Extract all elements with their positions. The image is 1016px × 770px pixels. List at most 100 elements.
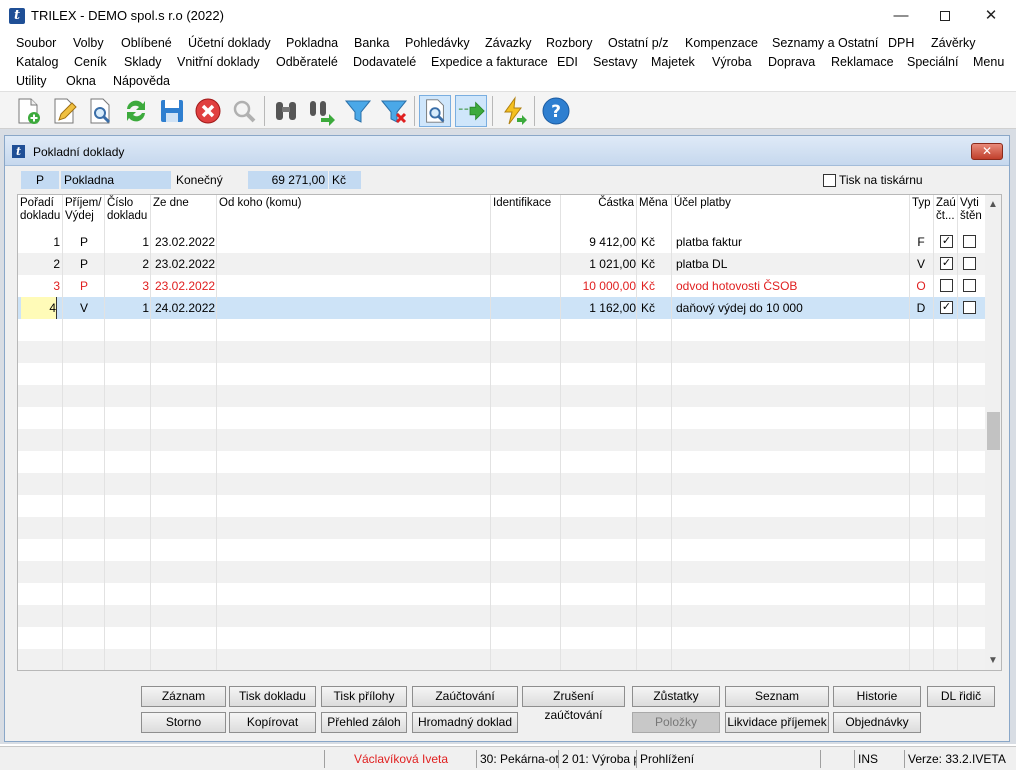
new-document-icon[interactable] xyxy=(12,95,44,127)
printed-checkbox[interactable] xyxy=(963,279,976,292)
col-header-purpose[interactable]: Účel platby xyxy=(672,195,910,231)
menu-ceník[interactable]: Ceník xyxy=(74,55,107,69)
minimize-button[interactable]: — xyxy=(878,0,924,32)
menu-majetek[interactable]: Majetek xyxy=(651,55,695,69)
col-header-from-whom[interactable]: Od koho (komu) xyxy=(217,195,492,231)
menu-soubor[interactable]: Soubor xyxy=(16,36,56,50)
table-row[interactable]: 3 P 3 23.02.2022 10 000,00 Kč odvod hotovosti … xyxy=(18,275,985,297)
menu-okna[interactable]: Okna xyxy=(66,74,96,88)
maximize-button[interactable] xyxy=(922,0,968,32)
menu-banka[interactable]: Banka xyxy=(354,36,389,50)
menu-utility[interactable]: Utility xyxy=(16,74,47,88)
table-row[interactable] xyxy=(18,605,985,627)
lightning-icon[interactable] xyxy=(498,95,530,127)
table-row[interactable] xyxy=(18,649,985,670)
table-row[interactable] xyxy=(18,407,985,429)
col-header-type-io[interactable]: Příjem/ Výdej xyxy=(63,195,105,231)
items-button[interactable]: Položky xyxy=(632,712,720,733)
receipt-liquidation-button[interactable]: Likvidace příjemek xyxy=(725,712,829,733)
menu-vnitřní-doklady[interactable]: Vnitřní doklady xyxy=(177,55,260,69)
col-header-order[interactable]: Pořadí dokladu xyxy=(18,195,62,231)
table-row[interactable] xyxy=(18,627,985,649)
col-header-identification[interactable]: Identifikace xyxy=(491,195,561,231)
menu-kompenzace[interactable]: Kompenzace xyxy=(685,36,758,50)
printed-checkbox[interactable] xyxy=(963,257,976,270)
table-row[interactable]: 4 V 1 24.02.2022 1 162,00 Kč daňový výdej do 1… xyxy=(18,297,985,319)
posting-button[interactable]: Zaúčtování xyxy=(412,686,518,707)
menu-doprava[interactable]: Doprava xyxy=(768,55,815,69)
col-header-currency[interactable]: Měna xyxy=(637,195,672,231)
vertical-scrollbar[interactable]: ▲ ▼ xyxy=(985,195,1001,670)
menu-volby[interactable]: Volby xyxy=(73,36,104,50)
record-button[interactable]: Záznam xyxy=(141,686,226,707)
menu-sestavy[interactable]: Sestavy xyxy=(593,55,637,69)
menu-dodavatelé[interactable]: Dodavatelé xyxy=(353,55,416,69)
col-header-printed[interactable]: Vyti štěn xyxy=(958,195,984,231)
menu-seznamy-a-ostatní[interactable]: Seznamy a Ostatní xyxy=(772,36,878,50)
table-row[interactable] xyxy=(18,561,985,583)
menu-odběratelé[interactable]: Odběratelé xyxy=(276,55,338,69)
close-window-button[interactable]: ✕ xyxy=(968,0,1014,32)
cancel-icon[interactable] xyxy=(192,95,224,127)
orders-button[interactable]: Objednávky xyxy=(833,712,921,733)
print-to-printer-checkbox[interactable] xyxy=(823,174,836,187)
history-button[interactable]: Historie xyxy=(833,686,921,707)
menu-pohledávky[interactable]: Pohledávky xyxy=(405,36,470,50)
table-row[interactable] xyxy=(18,363,985,385)
edit-document-icon[interactable] xyxy=(48,95,80,127)
batch-document-button[interactable]: Hromadný doklad xyxy=(412,712,518,733)
col-header-number[interactable]: Číslo dokladu xyxy=(105,195,151,231)
table-row[interactable]: 1 P 1 23.02.2022 9 412,00 Kč platba faktur F ✓ xyxy=(18,231,985,253)
menu-oblíbené[interactable]: Oblíbené xyxy=(121,36,172,50)
menu-rozbory[interactable]: Rozbory xyxy=(546,36,593,50)
menu-závěrky[interactable]: Závěrky xyxy=(931,36,975,50)
table-row[interactable] xyxy=(18,341,985,363)
table-row[interactable] xyxy=(18,319,985,341)
menu-reklamace[interactable]: Reklamace xyxy=(831,55,894,69)
go-to-icon[interactable] xyxy=(455,95,487,127)
close-child-button[interactable]: ✕ xyxy=(971,143,1003,160)
binoculars-icon[interactable] xyxy=(270,95,302,127)
posted-checkbox[interactable]: ✓ xyxy=(940,235,953,248)
table-row[interactable] xyxy=(18,451,985,473)
printed-checkbox[interactable] xyxy=(963,235,976,248)
col-header-amount[interactable]: Částka xyxy=(561,195,637,231)
storno-button[interactable]: Storno xyxy=(141,712,226,733)
table-row[interactable] xyxy=(18,517,985,539)
menu-speciální[interactable]: Speciální xyxy=(907,55,958,69)
print-attachment-button[interactable]: Tisk přílohy xyxy=(321,686,407,707)
list-button[interactable]: Seznam xyxy=(725,686,829,707)
menu-edi[interactable]: EDI xyxy=(557,55,578,69)
scroll-down-icon[interactable]: ▼ xyxy=(988,655,998,666)
balances-button[interactable]: Zůstatky xyxy=(632,686,720,707)
scrollbar-thumb[interactable] xyxy=(987,412,1000,450)
menu-účetní-doklady[interactable]: Účetní doklady xyxy=(188,36,271,50)
table-row[interactable] xyxy=(18,385,985,407)
menu-sklady[interactable]: Sklady xyxy=(124,55,162,69)
help-icon[interactable]: ? xyxy=(540,95,572,127)
table-row[interactable]: 2 P 2 23.02.2022 1 021,00 Kč platba DL V ✓ xyxy=(18,253,985,275)
table-row[interactable] xyxy=(18,583,985,605)
posted-checkbox[interactable]: ✓ xyxy=(940,301,953,314)
table-row[interactable] xyxy=(18,495,985,517)
search-icon[interactable] xyxy=(228,95,260,127)
menu-katalog[interactable]: Katalog xyxy=(16,55,58,69)
col-header-posted[interactable]: Zaú čt... xyxy=(934,195,958,231)
table-row[interactable] xyxy=(18,539,985,561)
print-document-button[interactable]: Tisk dokladu xyxy=(229,686,316,707)
menu-závazky[interactable]: Závazky xyxy=(485,36,532,50)
menu-výroba[interactable]: Výroba xyxy=(712,55,752,69)
clear-filter-icon[interactable] xyxy=(378,95,410,127)
menu-dph[interactable]: DPH xyxy=(888,36,914,50)
table-row[interactable] xyxy=(18,429,985,451)
cancel-posting-button[interactable]: Zrušení zaúčtování xyxy=(522,686,625,722)
posted-checkbox[interactable]: ✓ xyxy=(940,257,953,270)
col-header-kind[interactable]: Typ xyxy=(910,195,934,231)
menu-menu[interactable]: Menu xyxy=(973,55,1004,69)
advances-overview-button[interactable]: Přehled záloh xyxy=(321,712,407,733)
scroll-up-icon[interactable]: ▲ xyxy=(988,199,998,210)
printed-checkbox[interactable] xyxy=(963,301,976,314)
menu-nápověda[interactable]: Nápověda xyxy=(113,74,170,88)
copy-button[interactable]: Kopírovat xyxy=(229,712,316,733)
preview-document-icon[interactable] xyxy=(84,95,116,127)
